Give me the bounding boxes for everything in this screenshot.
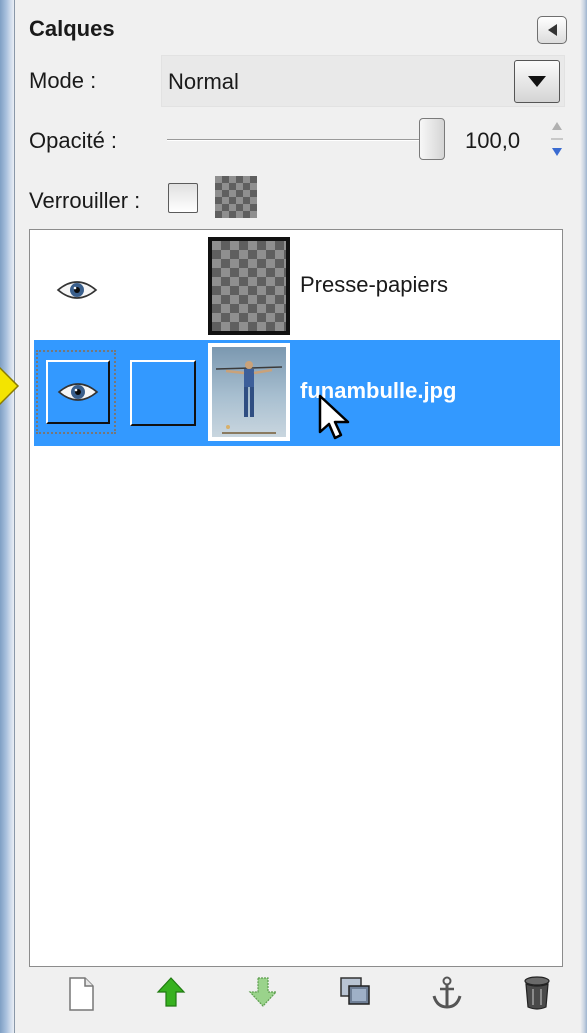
layer-row[interactable]: Presse-papiers [34, 234, 560, 340]
layers-list[interactable]: Presse-papiers funambulle.jpg [29, 229, 563, 967]
mode-dropdown-button[interactable] [514, 60, 560, 103]
opacity-label: Opacité : [29, 128, 118, 153]
tab-menu-button[interactable] [537, 16, 567, 44]
lock-alpha-icon[interactable] [215, 176, 257, 218]
layer-thumbnail [208, 343, 290, 441]
layer-visibility-toggle[interactable] [36, 350, 116, 434]
mode-label: Mode : [29, 68, 97, 93]
drag-indicator-icon [0, 366, 20, 406]
layer-thumbnail [208, 237, 290, 335]
visibility-cell [46, 360, 110, 424]
mouse-cursor-icon [318, 394, 350, 440]
lock-label: Verrouiller : [29, 188, 141, 213]
layers-toolbar [29, 968, 581, 1024]
layer-name[interactable]: Presse-papiers [300, 272, 448, 298]
raise-layer-icon [156, 977, 186, 1007]
triangle-left-icon [548, 24, 557, 36]
layers-dialog: Calques Mode : Normal Opacité : 100,0 Ve… [0, 0, 587, 1033]
new-layer-button[interactable] [59, 972, 103, 1018]
window-frame-left [0, 0, 14, 1033]
delete-layer-button[interactable] [515, 972, 559, 1018]
anchor-layer-button[interactable] [425, 972, 469, 1018]
eye-icon [56, 281, 98, 299]
opacity-slider-track[interactable] [167, 139, 443, 141]
trash-icon [524, 976, 550, 1010]
eye-icon [57, 383, 99, 401]
mode-select[interactable]: Normal [161, 55, 565, 107]
duplicate-layer-button[interactable] [333, 972, 377, 1018]
opacity-spin-icon[interactable] [549, 118, 565, 162]
opacity-slider-thumb[interactable] [419, 118, 445, 160]
mode-value: Normal [168, 69, 239, 94]
lock-pixels-checkbox[interactable] [168, 183, 198, 213]
panel-title: Calques [29, 16, 115, 41]
lower-layer-button[interactable] [241, 972, 285, 1018]
tightrope-walker-icon [215, 361, 283, 434]
anchor-layer-icon [432, 976, 462, 1009]
chevron-down-icon [528, 76, 546, 87]
layers-panel: Calques Mode : Normal Opacité : 100,0 Ve… [14, 0, 580, 1033]
raise-layer-button[interactable] [149, 972, 193, 1018]
layer-row-selected[interactable]: funambulle.jpg [34, 340, 560, 446]
layer-chain-toggle[interactable] [130, 360, 196, 426]
window-frame-right [580, 0, 587, 1033]
layer-visibility-toggle[interactable] [34, 234, 120, 340]
lower-layer-icon [248, 977, 278, 1007]
duplicate-layer-icon [340, 977, 370, 1005]
new-layer-icon [69, 977, 94, 1011]
opacity-value[interactable]: 100,0 [465, 128, 520, 154]
